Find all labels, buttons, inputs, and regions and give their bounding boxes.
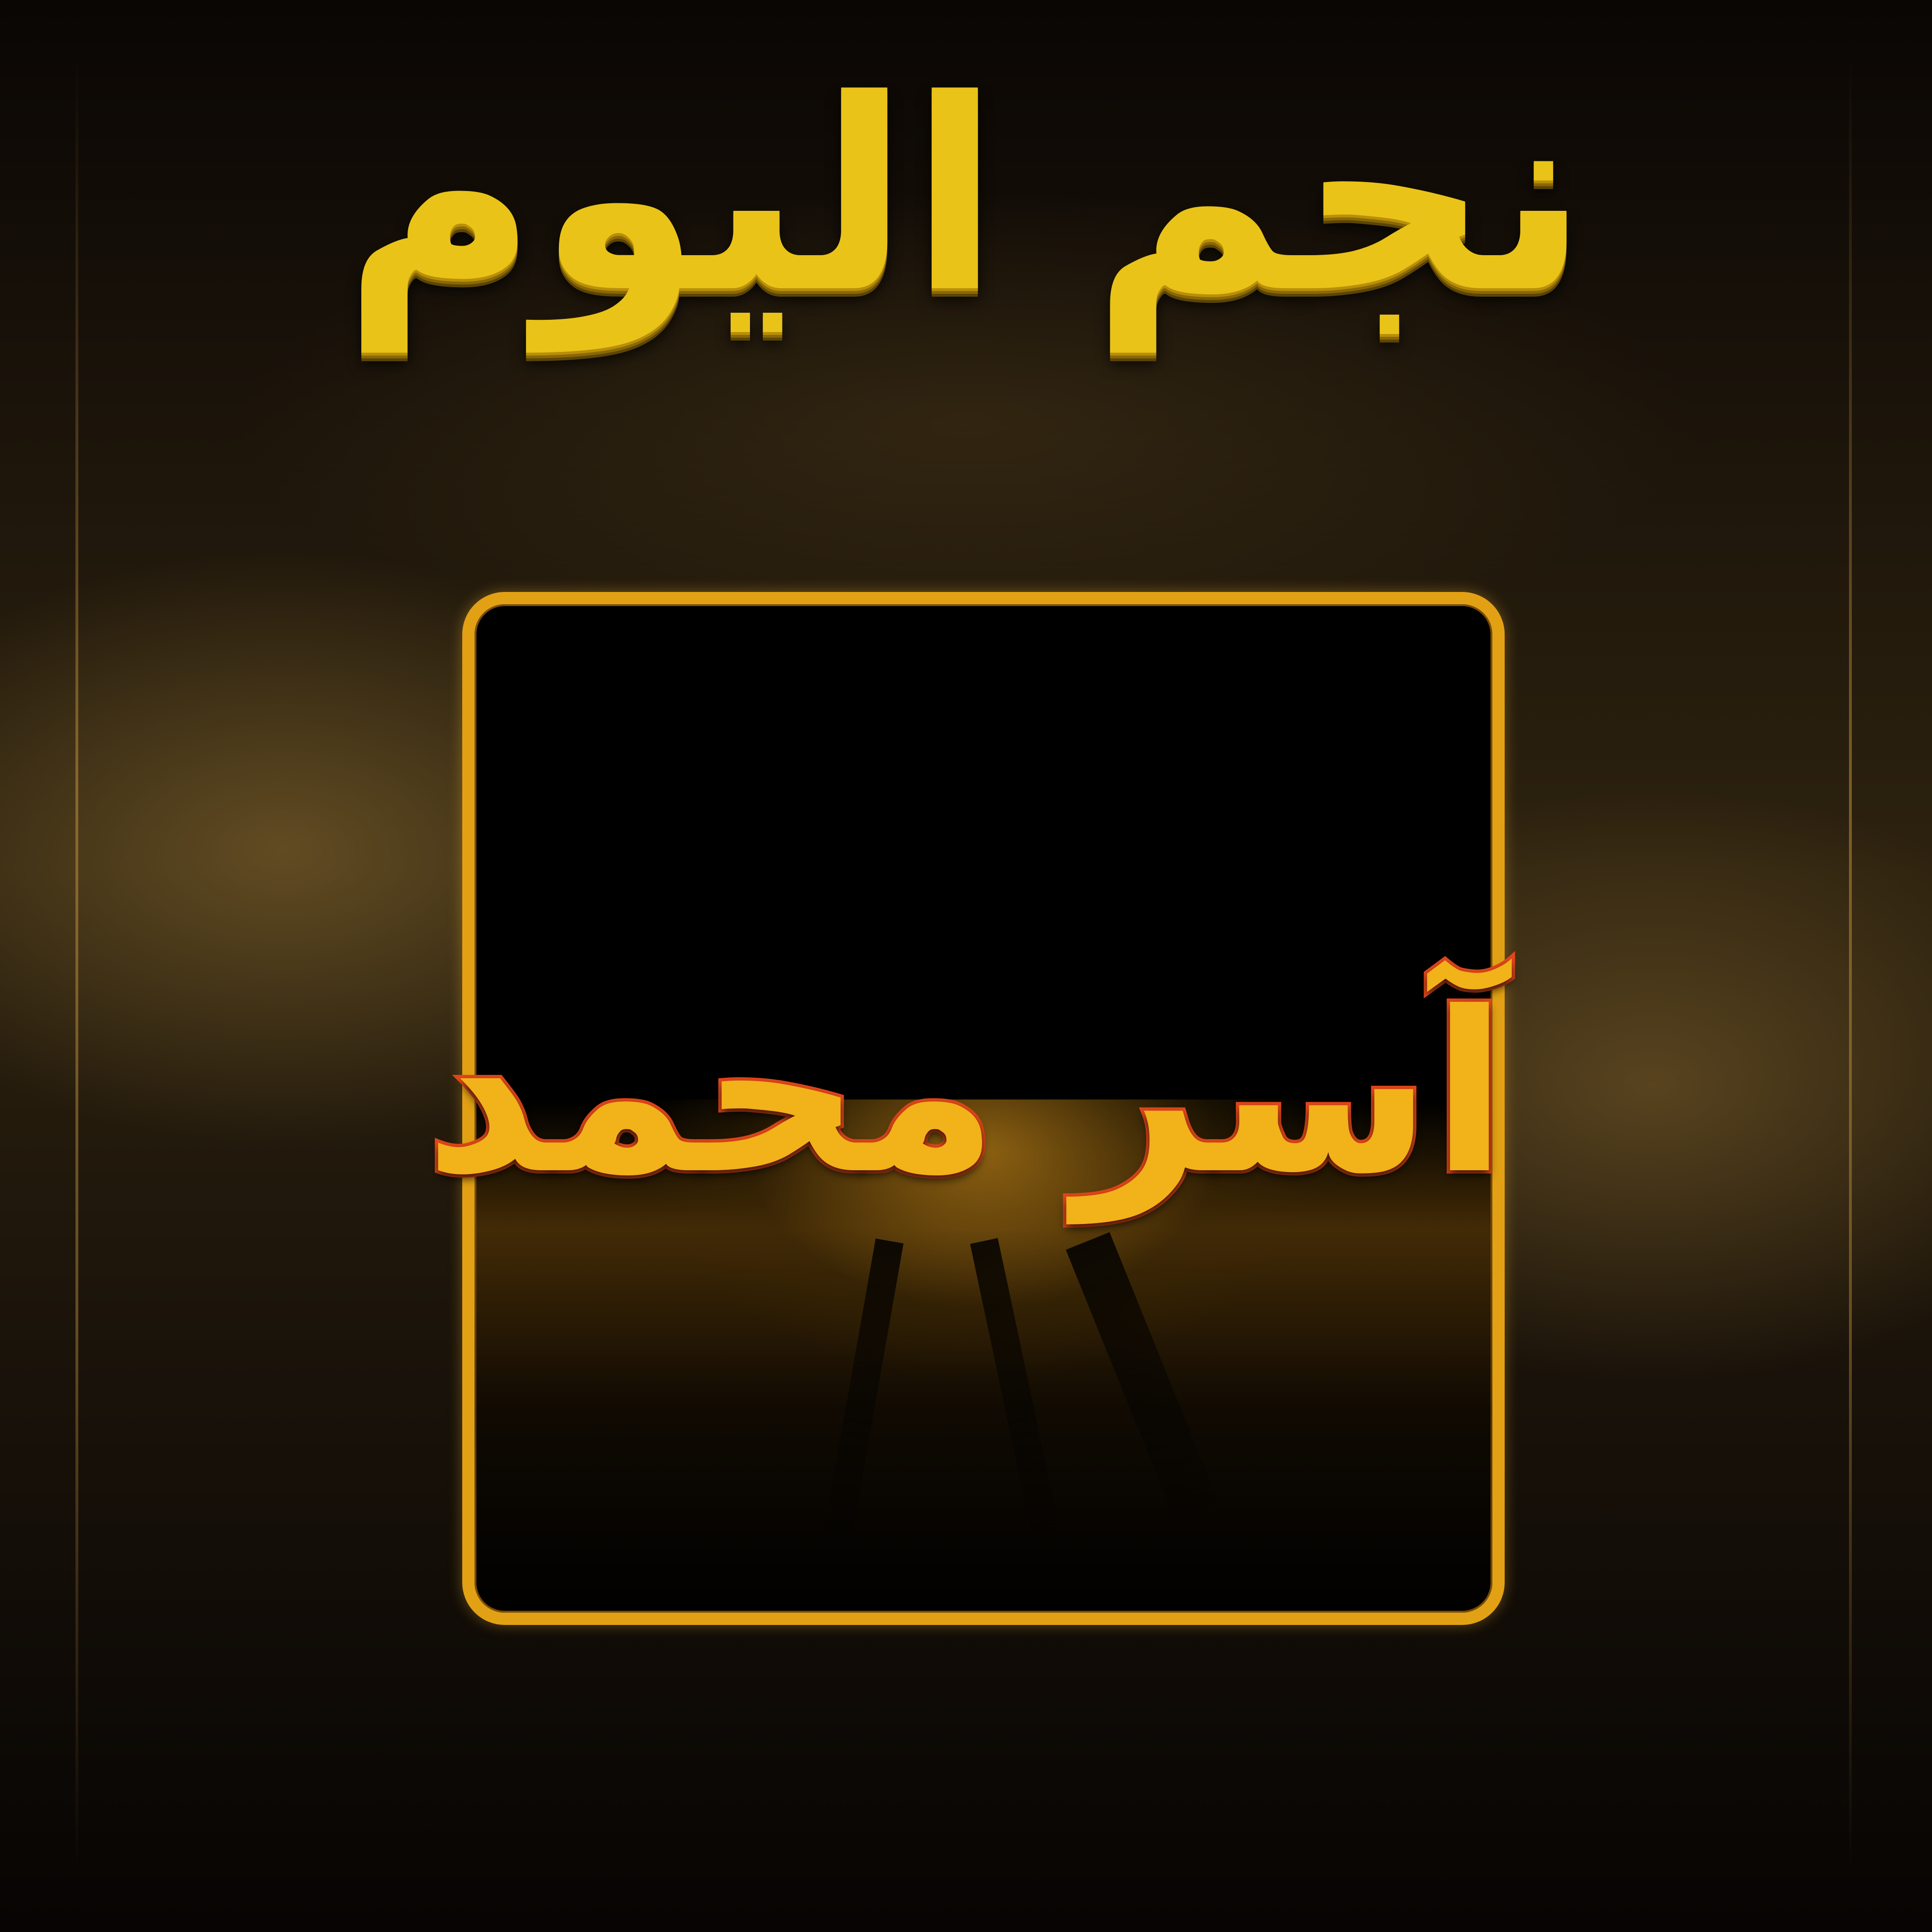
star-name: آسر محمد [421, 965, 1511, 1223]
poster-title: نجم اليوم [343, 43, 1589, 351]
poster-canvas: نجم اليوم آسر محمد [0, 0, 1932, 1932]
